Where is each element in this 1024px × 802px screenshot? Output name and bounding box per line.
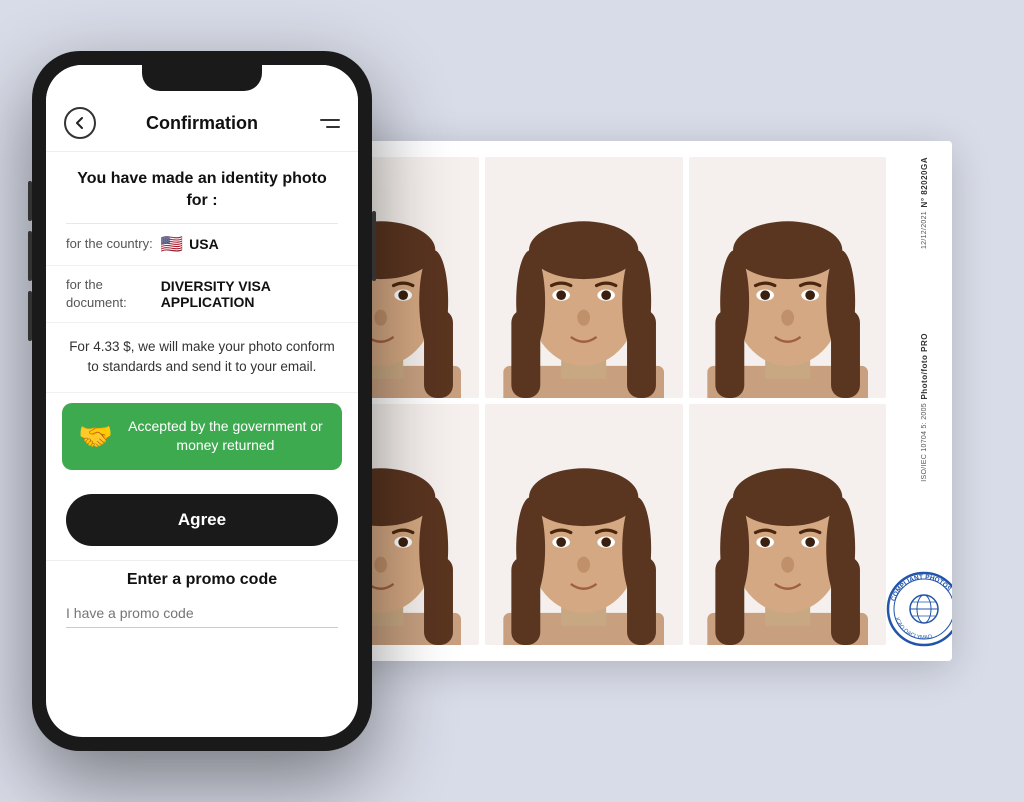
document-label: for the document: — [66, 276, 153, 312]
handshake-icon: 🤝 — [78, 420, 113, 453]
agree-button[interactable]: Agree — [66, 494, 338, 546]
phone-device: Confirmation You have made an identity p… — [32, 51, 372, 751]
volume-up-button — [28, 231, 32, 281]
passport-photo-5 — [485, 404, 682, 645]
power-button — [372, 211, 376, 281]
guarantee-text: Accepted by the government or money retu… — [125, 417, 326, 456]
volume-down-button — [28, 291, 32, 341]
phone-notch — [142, 65, 262, 91]
menu-button[interactable] — [308, 107, 340, 139]
scene: Confirmation You have made an identity p… — [32, 41, 992, 761]
guarantee-banner: 🤝 Accepted by the government or money re… — [62, 403, 342, 470]
print-number: N° 82020GA — [920, 157, 929, 207]
compliant-stamp: COMPLIANT PHOTOS ICAO OACI YMAO — [884, 569, 952, 649]
app-content: You have made an identity photo for : fo… — [46, 152, 358, 737]
print-date: 12/12/2021 — [921, 211, 928, 249]
brand-name: Photo/foto PRO — [920, 333, 929, 400]
promo-title: Enter a promo code — [66, 571, 338, 589]
promo-section: Enter a promo code — [46, 560, 358, 644]
confirmation-title: You have made an identity photo for : — [46, 152, 358, 223]
country-flag: 🇺🇸 — [161, 234, 183, 255]
document-row: for the document: DIVERSITY VISA APPLICA… — [46, 266, 358, 323]
passport-photo-6 — [689, 404, 886, 645]
silent-button — [28, 181, 32, 221]
passport-photo-2 — [485, 157, 682, 398]
country-label: for the country: — [66, 235, 153, 253]
country-name: USA — [189, 236, 219, 252]
menu-icon-line2 — [326, 126, 340, 128]
photo-print-sidebar: N° 82020GA 12/12/2021 Photo/foto PRO ISO… — [896, 141, 952, 661]
iso-standard: ISO/IEC 10704 5: 2005 — [921, 403, 928, 482]
back-button[interactable] — [64, 107, 96, 139]
price-section: For 4.33 $, we will make your photo conf… — [46, 323, 358, 393]
passport-photo-3 — [689, 157, 886, 398]
promo-input[interactable] — [66, 599, 338, 628]
menu-icon-line1 — [320, 119, 340, 121]
phone-screen: Confirmation You have made an identity p… — [46, 65, 358, 737]
screen-title: Confirmation — [96, 113, 308, 134]
country-value: 🇺🇸 USA — [161, 234, 219, 255]
document-value: DIVERSITY VISA APPLICATION — [161, 278, 338, 310]
country-row: for the country: 🇺🇸 USA — [46, 224, 358, 266]
